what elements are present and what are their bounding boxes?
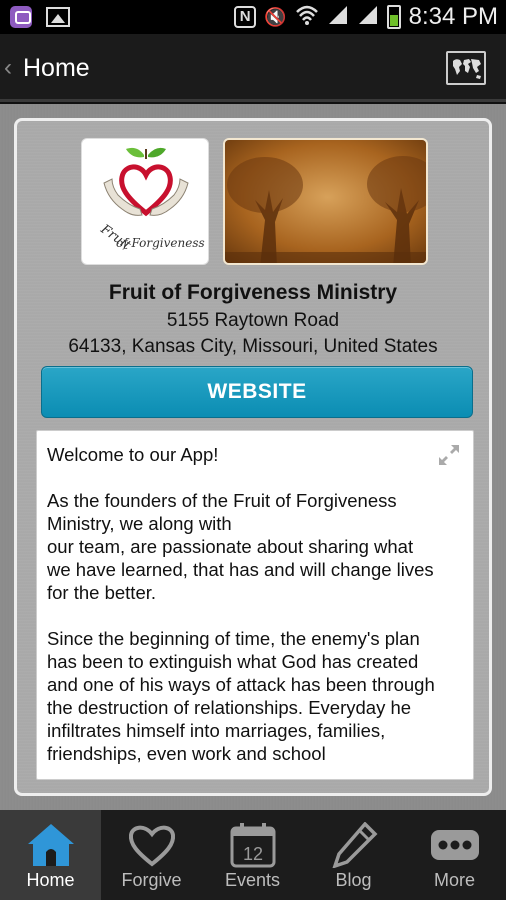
welcome-text-panel[interactable]: Welcome to our App! As the founders of t…: [36, 430, 474, 780]
status-time: 8:34 PM: [408, 3, 498, 30]
page-title[interactable]: Home: [23, 54, 90, 83]
bottom-nav: Home Forgive 12 Events Blog More: [0, 810, 506, 900]
action-bar: ‹ Home: [0, 34, 506, 102]
text-line: As the founders of the Fruit of Forgiven…: [47, 490, 397, 511]
signal-icon-2: [357, 4, 379, 31]
nav-label-home: Home: [26, 870, 75, 890]
more-icon: [431, 830, 479, 860]
address-line-2: 64133, Kansas City, Missouri, United Sta…: [68, 336, 438, 357]
expand-icon[interactable]: [437, 443, 461, 472]
nav-label-events: Events: [224, 870, 281, 890]
text-line: Ministry, we along with: [47, 513, 232, 534]
text-line: for the better.: [47, 582, 157, 603]
website-button[interactable]: WEBSITE: [41, 366, 473, 418]
text-line: Since the beginning of time, the enemy's…: [47, 628, 420, 649]
nav-blog[interactable]: Blog: [303, 810, 404, 900]
text-line: friendships, even work and school: [47, 743, 326, 764]
pencil-icon: [332, 822, 378, 868]
text-line: our team, are passionate about sharing w…: [47, 536, 414, 557]
house-icon: [28, 824, 74, 866]
heart-icon: [128, 825, 176, 867]
mute-icon: 🔇: [264, 6, 287, 27]
welcome-heading: Welcome to our App!: [47, 444, 219, 465]
wifi-icon: [295, 4, 319, 31]
text-line: we have learned, that has and will chang…: [47, 559, 434, 580]
nav-events[interactable]: 12 Events: [202, 810, 303, 900]
ministry-logo: Fruit of Forgiveness: [81, 138, 209, 265]
text-line: the destruction of relationships. Everyd…: [47, 697, 412, 718]
calendar-icon: 12: [230, 823, 276, 868]
svg-text:of Forgiveness: of Forgiveness: [116, 236, 205, 250]
ministry-card: Fruit of Forgiveness Fruit of Forgivenes…: [14, 118, 492, 796]
world-map-icon: [453, 59, 481, 79]
main-content: Fruit of Forgiveness Fruit of Forgivenes…: [0, 104, 506, 810]
nav-label-blog: Blog: [335, 870, 372, 890]
text-line: and one of his ways of attack has been t…: [47, 674, 435, 695]
map-button[interactable]: [446, 51, 486, 85]
signal-icon-1: [327, 4, 349, 31]
text-line: has been to extinguish what God has crea…: [47, 651, 419, 672]
calendar-badge: 12: [243, 844, 263, 864]
back-chevron-icon[interactable]: ‹: [4, 54, 12, 82]
nav-forgive[interactable]: Forgive: [101, 810, 202, 900]
status-bar: N 🔇 8:34 PM: [0, 0, 506, 34]
cover-image: [223, 138, 428, 265]
nav-label-more: More: [433, 870, 475, 890]
image-notification-icon: [46, 7, 70, 27]
ministry-name: Fruit of Forgiveness Ministry: [108, 281, 398, 304]
text-line: infiltrates himself into marriages, fami…: [47, 720, 386, 741]
nav-more[interactable]: More: [404, 810, 505, 900]
address-line-1: 5155 Raytown Road: [166, 310, 340, 331]
nav-home[interactable]: Home: [0, 810, 101, 900]
nfc-icon: N: [234, 6, 257, 28]
battery-icon: [386, 5, 401, 29]
app-notification-icon: [10, 6, 32, 28]
nav-label-forgive: Forgive: [121, 870, 182, 890]
